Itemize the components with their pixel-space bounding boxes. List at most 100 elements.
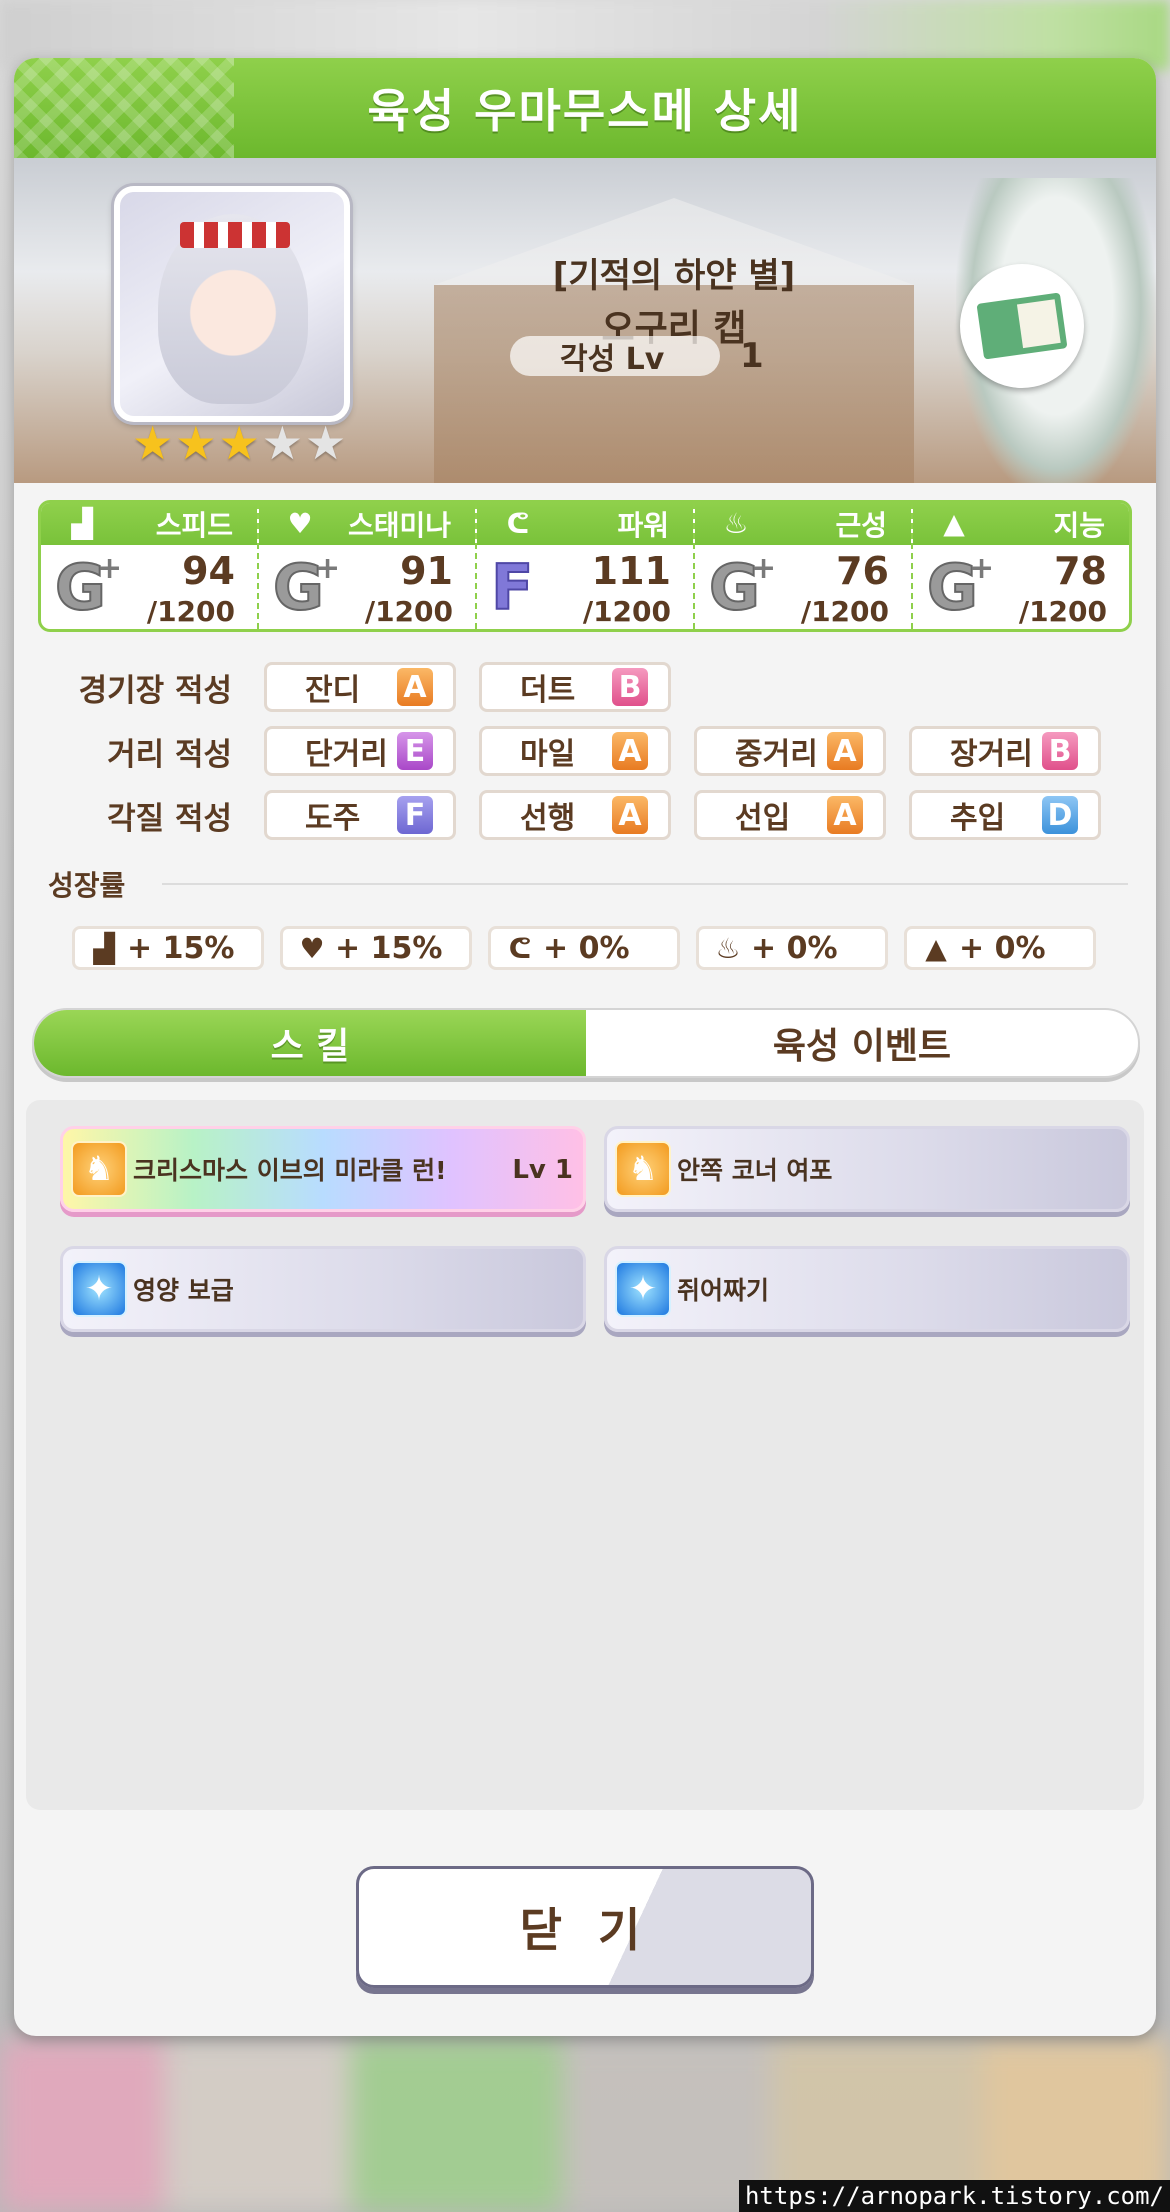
character-portrait[interactable]	[114, 186, 350, 422]
aptitude-cell: 도주 F	[264, 790, 456, 840]
grade-plus-icon: +	[315, 551, 341, 586]
aptitude-grade: F	[397, 796, 433, 834]
aptitude-track-row: 경기장 적성 잔디 A 더트 B	[14, 662, 694, 712]
muscle-icon: ᕦ	[508, 931, 532, 965]
aptitude-cell: 마일 A	[479, 726, 671, 776]
stat-speed: ▟ 스피드 G + 94 /1200	[41, 503, 259, 629]
aptitude-cell: 장거리 B	[909, 726, 1101, 776]
star-rating: ★ ★ ★ ★ ★	[132, 420, 346, 466]
aptitude-style-row: 각질 적성 도주 F 선행 A 선입 A 추입 D	[14, 790, 1124, 840]
aptitude-grade: B	[612, 668, 648, 706]
growth-guts: ♨ + 0%	[696, 926, 888, 970]
stat-max: /1200	[800, 595, 889, 628]
book-icon	[976, 292, 1068, 360]
aptitude-label: 거리 적성	[107, 736, 232, 773]
star-icon: ★	[218, 416, 260, 470]
aptitude-name: 선행	[520, 801, 576, 836]
stat-value: 91	[400, 549, 453, 593]
growth-wisdom: ▲ + 0%	[904, 926, 1096, 970]
growth-power: ᕦ + 0%	[488, 926, 680, 970]
stat-wisdom: ▲ 지능 G + 78 /1200	[913, 503, 1129, 629]
stat-guts: ♨ 근성 G + 76 /1200	[695, 503, 913, 629]
aptitude-distance-row: 거리 적성 단거리 E 마일 A 중거리 A 장거리 B	[14, 726, 1124, 776]
tab-training-events[interactable]: 육성 이벤트	[586, 1010, 1138, 1076]
aptitude-grade: A	[612, 732, 648, 770]
stat-label: 지능	[1053, 509, 1105, 542]
stat-max: /1200	[146, 595, 235, 628]
divider	[162, 883, 1128, 885]
aptitude-cell: 잔디 A	[264, 662, 456, 712]
skill-level: Lv 1	[512, 1155, 573, 1185]
skill-name: 영양 보급	[133, 1276, 234, 1305]
aptitude-grade: A	[827, 732, 863, 770]
growth-stamina: ♥ + 15%	[280, 926, 472, 970]
trainee-detail-dialog: 육성 우마무스메 상세 ★ ★ ★ ★ ★ [기적의 하얀 별] 오구리 캡 각…	[14, 58, 1156, 2036]
skill-item[interactable]: ♞ 안쪽 코너 여포	[604, 1126, 1130, 1212]
aptitude-cell: 추입 D	[909, 790, 1101, 840]
aptitude-name: 장거리	[950, 737, 1033, 772]
close-button[interactable]: 닫 기	[356, 1866, 814, 1988]
skill-item[interactable]: ✦ 영양 보급	[60, 1246, 586, 1332]
dialog-title: 육성 우마무스메 상세	[367, 84, 803, 138]
aptitude-cell: 선행 A	[479, 790, 671, 840]
grad-cap-icon: ▲	[943, 507, 965, 540]
awakening-level: 1	[740, 336, 764, 376]
skill-name: 쥐어짜기	[677, 1276, 770, 1305]
stat-value: 76	[836, 549, 889, 593]
aptitude-cell: 중거리 A	[694, 726, 886, 776]
aptitude-grade: B	[1042, 732, 1078, 770]
detail-tabs: 스 킬 육성 이벤트	[32, 1008, 1140, 1078]
aptitude-grade: D	[1042, 796, 1078, 834]
aptitude-grade: E	[397, 732, 433, 770]
star-icon: ★	[175, 416, 217, 470]
grade-plus-icon: +	[751, 551, 777, 586]
stat-grade: F	[490, 551, 534, 624]
character-book-button[interactable]	[960, 264, 1084, 388]
stat-stamina: ♥ 스태미나 G + 91 /1200	[259, 503, 477, 629]
aptitude-name: 더트	[520, 673, 576, 708]
growth-value: + 0%	[959, 930, 1046, 966]
star-empty-icon: ★	[305, 416, 347, 470]
stat-label: 파워	[617, 509, 669, 542]
skill-item[interactable]: ♞ 크리스마스 이브의 미라클 런! Lv 1	[60, 1126, 586, 1212]
grad-cap-icon: ▲	[925, 931, 947, 965]
grade-plus-icon: +	[969, 551, 995, 586]
aptitude-label: 경기장 적성	[78, 672, 232, 709]
stat-value: 111	[591, 549, 671, 593]
aptitude-cell: 더트 B	[479, 662, 671, 712]
flame-icon: ♨	[715, 931, 741, 965]
stat-max: /1200	[364, 595, 453, 628]
aptitude-name: 선입	[735, 801, 791, 836]
character-banner: ★ ★ ★ ★ ★ [기적의 하얀 별] 오구리 캡 각성 Lv 1	[14, 158, 1156, 483]
shoe-icon: ▟	[71, 507, 93, 540]
portrait-headpiece	[180, 222, 290, 248]
stat-label: 스피드	[155, 509, 233, 542]
aptitude-name: 잔디	[305, 673, 361, 708]
heart-icon: ♥	[287, 507, 313, 540]
blue-sparkle-icon: ✦	[615, 1261, 671, 1317]
skill-item[interactable]: ✦ 쥐어짜기	[604, 1246, 1130, 1332]
stats-panel: ▟ 스피드 G + 94 /1200 ♥ 스태미나 G + 91 /1200 ᕦ 파워 F…	[38, 500, 1132, 632]
awakening-label: 각성 Lv	[510, 336, 720, 377]
aptitude-name: 추입	[950, 801, 1006, 836]
grade-plus-icon: +	[97, 551, 123, 586]
skill-name: 안쪽 코너 여포	[677, 1156, 833, 1185]
skill-list: ♞ 크리스마스 이브의 미라클 런! Lv 1 ♞ 안쪽 코너 여포 ✦ 영양 …	[26, 1100, 1144, 1810]
watermark: https://arnopark.tistory.com/	[738, 2180, 1170, 2212]
aptitude-grade: A	[612, 796, 648, 834]
growth-rates: ▟ + 15% ♥ + 15% ᕦ + 0% ♨ + 0% ▲ + 0%	[72, 926, 1096, 970]
star-empty-icon: ★	[261, 416, 303, 470]
aptitude-cell: 선입 A	[694, 790, 886, 840]
aptitude-grade: A	[827, 796, 863, 834]
growth-label: 성장률	[48, 869, 126, 902]
stat-label: 스태미나	[347, 509, 451, 542]
stat-max: /1200	[1018, 595, 1107, 628]
aptitude-name: 도주	[305, 801, 361, 836]
aptitude-name: 마일	[520, 737, 576, 772]
star-icon: ★	[132, 416, 174, 470]
tab-skill[interactable]: 스 킬	[34, 1010, 586, 1076]
stat-value: 78	[1054, 549, 1107, 593]
gold-horse-icon: ♞	[615, 1141, 671, 1197]
growth-value: + 15%	[335, 930, 443, 966]
stat-power: ᕦ 파워 F 111 /1200	[477, 503, 695, 629]
